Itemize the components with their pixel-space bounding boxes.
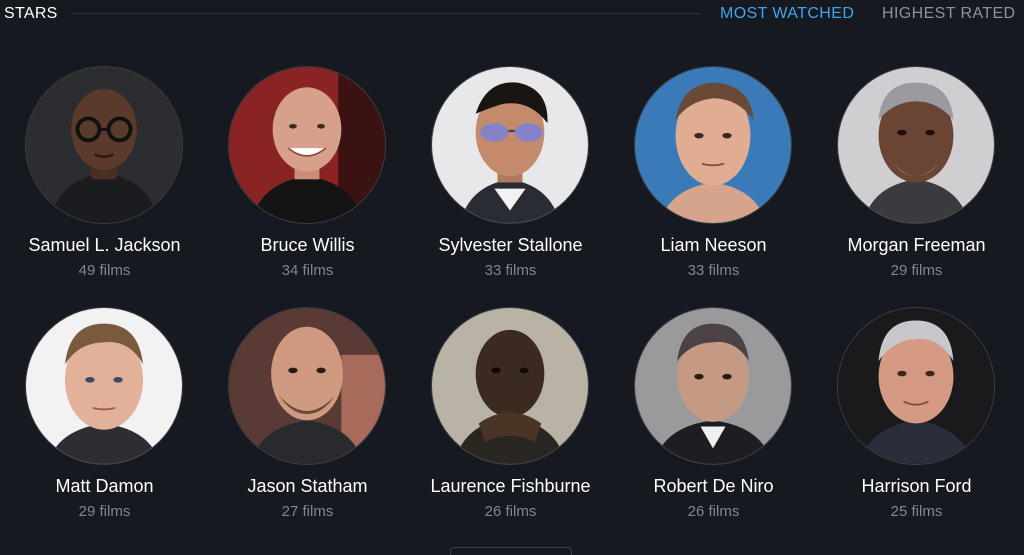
film-count: 34 films <box>281 262 334 279</box>
star-card-liam-neeson[interactable]: Liam Neeson 33 films <box>612 66 815 298</box>
avatar-photo <box>432 308 588 464</box>
stars-grid: Samuel L. Jackson 49 films Bruce Willis … <box>0 0 1024 555</box>
load-more-button[interactable] <box>450 547 572 555</box>
star-name: Matt Damon <box>55 476 154 496</box>
star-name: Morgan Freeman <box>847 235 986 255</box>
avatar[interactable] <box>228 66 386 224</box>
avatar[interactable] <box>837 66 995 224</box>
avatar-photo <box>838 67 994 223</box>
star-card-sylvester-stallone[interactable]: Sylvester Stallone 33 films <box>409 66 612 298</box>
film-count: 29 films <box>78 503 131 520</box>
avatar-photo <box>635 308 791 464</box>
star-name: Jason Statham <box>247 476 368 496</box>
star-name: Liam Neeson <box>660 235 767 255</box>
avatar-photo <box>432 67 588 223</box>
star-card-robert-de-niro[interactable]: Robert De Niro 26 films <box>612 307 815 539</box>
star-name: Laurence Fishburne <box>430 476 591 496</box>
avatar[interactable] <box>634 307 792 465</box>
star-card-bruce-willis[interactable]: Bruce Willis 34 films <box>206 66 409 298</box>
star-card-harrison-ford[interactable]: Harrison Ford 25 films <box>815 307 1018 539</box>
stars-page: STARS MOST WATCHED HIGHEST RATED Samuel … <box>0 0 1024 555</box>
film-count: 27 films <box>281 503 334 520</box>
film-count: 33 films <box>687 262 740 279</box>
film-count: 26 films <box>484 503 537 520</box>
star-name: Robert De Niro <box>653 476 774 496</box>
film-count: 29 films <box>890 262 943 279</box>
film-count: 25 films <box>890 503 943 520</box>
avatar[interactable] <box>634 66 792 224</box>
film-count: 33 films <box>484 262 537 279</box>
star-card-jason-statham[interactable]: Jason Statham 27 films <box>206 307 409 539</box>
film-count: 26 films <box>687 503 740 520</box>
star-card-laurence-fishburne[interactable]: Laurence Fishburne 26 films <box>409 307 612 539</box>
star-name: Harrison Ford <box>861 476 972 496</box>
star-card-matt-damon[interactable]: Matt Damon 29 films <box>3 307 206 539</box>
avatar-photo <box>229 308 385 464</box>
star-name: Sylvester Stallone <box>438 235 583 255</box>
avatar-photo <box>26 308 182 464</box>
star-name: Samuel L. Jackson <box>28 235 181 255</box>
star-name: Bruce Willis <box>260 235 355 255</box>
avatar[interactable] <box>431 66 589 224</box>
avatar-photo <box>229 67 385 223</box>
avatar[interactable] <box>431 307 589 465</box>
avatar-photo <box>838 308 994 464</box>
avatar[interactable] <box>228 307 386 465</box>
avatar[interactable] <box>837 307 995 465</box>
avatar-photo <box>26 67 182 223</box>
avatar[interactable] <box>25 307 183 465</box>
star-card-morgan-freeman[interactable]: Morgan Freeman 29 films <box>815 66 1018 298</box>
avatar[interactable] <box>25 66 183 224</box>
avatar-photo <box>635 67 791 223</box>
star-card-samuel-l-jackson[interactable]: Samuel L. Jackson 49 films <box>3 66 206 298</box>
film-count: 49 films <box>78 262 131 279</box>
